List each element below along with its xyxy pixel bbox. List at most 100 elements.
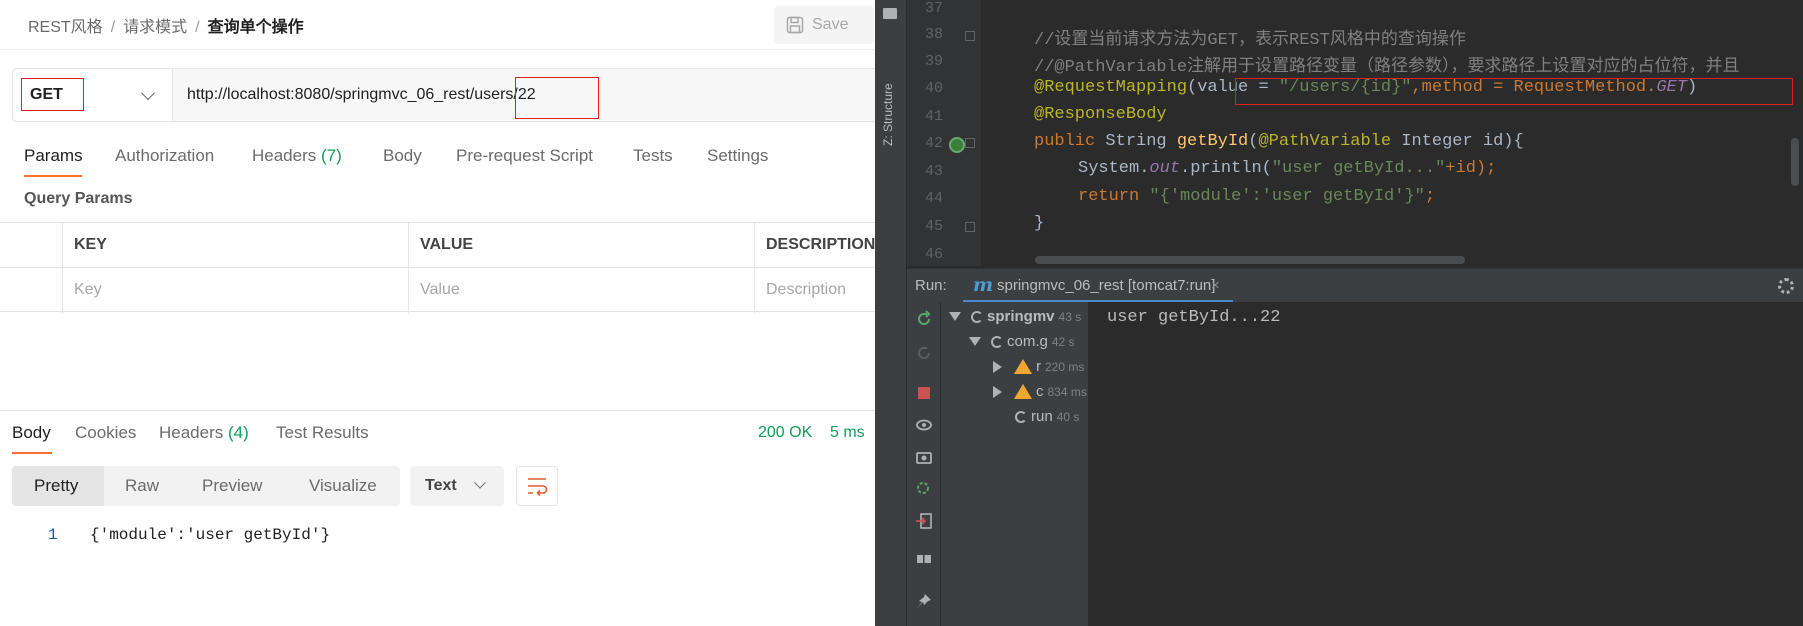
run-config-tab[interactable]: m springmvc_06_rest [tomcat7:run] × bbox=[963, 269, 1233, 303]
response-tab-cookies[interactable]: Cookies bbox=[75, 423, 136, 443]
tree-node-label: run bbox=[1031, 408, 1053, 425]
structure-tab[interactable]: Z: Structure bbox=[881, 46, 901, 146]
raw-button[interactable]: Raw bbox=[125, 466, 159, 506]
url-input[interactable]: http://localhost:8080/springmvc_06_rest/… bbox=[187, 86, 536, 104]
line-number: 42 bbox=[924, 135, 943, 152]
string-literal: "user getById..." bbox=[1271, 159, 1446, 178]
tree-node[interactable]: c 834 ms bbox=[993, 383, 1087, 400]
table-header-row: KEY VALUE DESCRIPTION bbox=[0, 222, 875, 268]
response-divider[interactable] bbox=[0, 410, 875, 411]
tab-headers[interactable]: Headers (7) bbox=[252, 146, 342, 166]
method-select[interactable]: GET bbox=[13, 69, 173, 121]
key-input[interactable]: Key bbox=[62, 268, 408, 313]
table-row: Key Value Description bbox=[0, 267, 875, 313]
format-type-select[interactable]: Text bbox=[410, 466, 504, 506]
url-highlight-box bbox=[515, 77, 599, 119]
code-token: String bbox=[1105, 132, 1177, 151]
code-line-45: } bbox=[1034, 214, 1045, 233]
horizontal-scrollbar[interactable] bbox=[1035, 256, 1465, 264]
folder-icon[interactable] bbox=[883, 8, 897, 19]
breadcrumb-folder[interactable]: 请求模式 bbox=[123, 19, 187, 36]
tab-headers-count: (7) bbox=[321, 146, 342, 165]
run-toolbar bbox=[907, 302, 941, 626]
tree-node[interactable]: com.g 42 s bbox=[969, 333, 1075, 350]
fold-marker-icon[interactable] bbox=[965, 222, 975, 232]
wrap-lines-button[interactable] bbox=[516, 466, 558, 506]
collapse-icon[interactable] bbox=[949, 312, 961, 321]
line-number: 45 bbox=[924, 218, 943, 235]
collapse-icon[interactable] bbox=[969, 337, 981, 346]
loading-icon bbox=[1015, 410, 1027, 423]
spring-bean-icon[interactable] bbox=[949, 137, 965, 153]
description-input[interactable]: Description bbox=[754, 268, 875, 313]
line-number: 38 bbox=[924, 26, 943, 43]
response-tab-test-results[interactable]: Test Results bbox=[276, 423, 369, 443]
fold-marker-icon[interactable] bbox=[965, 138, 975, 148]
code-token: ( bbox=[1187, 78, 1198, 97]
breadcrumb-separator: / bbox=[110, 19, 116, 36]
run-config-title: springmvc_06_rest [tomcat7:run] bbox=[997, 277, 1216, 294]
tree-node-label: r bbox=[1036, 358, 1041, 375]
gear-icon[interactable] bbox=[1778, 278, 1794, 294]
response-tab-headers[interactable]: Headers (4) bbox=[159, 423, 249, 443]
response-time[interactable]: 5 ms bbox=[830, 424, 865, 442]
breadcrumb-request[interactable]: 查询单个操作 bbox=[208, 19, 304, 36]
wrap-lines-icon bbox=[528, 478, 548, 497]
pretty-button[interactable]: Pretty bbox=[12, 466, 104, 506]
line-number: 43 bbox=[924, 163, 943, 180]
settings-plugin-icon[interactable] bbox=[915, 480, 933, 498]
rerun-icon[interactable] bbox=[915, 310, 933, 328]
preview-button[interactable]: Preview bbox=[202, 466, 262, 506]
code-line-41: @ResponseBody bbox=[1034, 105, 1167, 124]
import-icon[interactable] bbox=[915, 512, 933, 530]
tab-prerequest-script[interactable]: Pre-request Script bbox=[456, 146, 593, 166]
close-icon[interactable]: × bbox=[1211, 277, 1220, 294]
tab-body[interactable]: Body bbox=[383, 146, 422, 166]
run-label: Run: bbox=[915, 277, 947, 294]
code-line-44: return "{'module':'user getById'}"; bbox=[1078, 187, 1435, 206]
line-number: 39 bbox=[924, 53, 943, 70]
response-body-line: 1 {'module':'user getById'} bbox=[0, 524, 875, 548]
pin-icon[interactable] bbox=[915, 592, 933, 610]
expand-icon[interactable] bbox=[993, 385, 1002, 398]
tree-node[interactable]: r 220 ms bbox=[993, 358, 1084, 375]
save-button[interactable]: Save bbox=[774, 6, 874, 44]
fold-marker-icon[interactable] bbox=[965, 31, 975, 41]
keyword: public bbox=[1034, 132, 1106, 151]
tab-settings[interactable]: Settings bbox=[707, 146, 768, 166]
tree-node[interactable]: run 40 s bbox=[1015, 408, 1079, 425]
response-body-text[interactable]: {'module':'user getById'} bbox=[90, 526, 330, 544]
annotation: @PathVariable bbox=[1258, 132, 1392, 151]
static-field: out bbox=[1149, 159, 1181, 178]
console-output[interactable]: user getById...22 bbox=[1107, 308, 1280, 327]
tab-tests[interactable]: Tests bbox=[633, 146, 673, 166]
response-tab-body[interactable]: Body bbox=[12, 423, 51, 443]
layout-icon[interactable] bbox=[915, 550, 933, 568]
code-line-43: System.out.println("user getById..."+id)… bbox=[1078, 159, 1496, 178]
breadcrumb: REST风格 / 请求模式 / 查询单个操作 bbox=[28, 13, 304, 37]
column-description: DESCRIPTION bbox=[754, 223, 875, 268]
eye-icon[interactable] bbox=[915, 416, 933, 434]
value-input[interactable]: Value bbox=[408, 268, 754, 313]
run-tool-window: springmv 43 s com.g 42 s r 220 ms c 834 … bbox=[907, 302, 1803, 626]
column-key: KEY bbox=[62, 223, 408, 268]
tab-authorization[interactable]: Authorization bbox=[115, 146, 214, 166]
code-line-39: //@PathVariable注解用于设置路径变量（路径参数），要求路径上设置对… bbox=[1034, 58, 1740, 77]
loading-icon bbox=[991, 335, 1003, 348]
query-params-table: KEY VALUE DESCRIPTION Key Value Descript… bbox=[0, 222, 875, 313]
tree-node-time: 40 s bbox=[1056, 409, 1080, 424]
status-badge[interactable]: 200 OK bbox=[758, 424, 812, 442]
tab-headers-label: Headers bbox=[252, 146, 317, 165]
response-headers-label: Headers bbox=[159, 423, 224, 442]
expand-icon[interactable] bbox=[993, 360, 1002, 373]
camera-icon[interactable] bbox=[915, 448, 933, 466]
visualize-button[interactable]: Visualize bbox=[309, 466, 377, 506]
tree-node[interactable]: springmv 43 s bbox=[949, 308, 1081, 325]
rerun-failed-icon[interactable] bbox=[915, 344, 933, 362]
tab-params[interactable]: Params bbox=[24, 146, 83, 166]
breadcrumb-collection[interactable]: REST风格 bbox=[28, 19, 103, 36]
vertical-scrollbar[interactable] bbox=[1791, 138, 1799, 186]
code-editor[interactable]: 37 38 39 40 41 42 43 44 45 46 //设置当前请求方法… bbox=[907, 0, 1803, 266]
stop-icon[interactable] bbox=[915, 384, 933, 402]
annotation: @RequestMapping bbox=[1034, 78, 1188, 97]
